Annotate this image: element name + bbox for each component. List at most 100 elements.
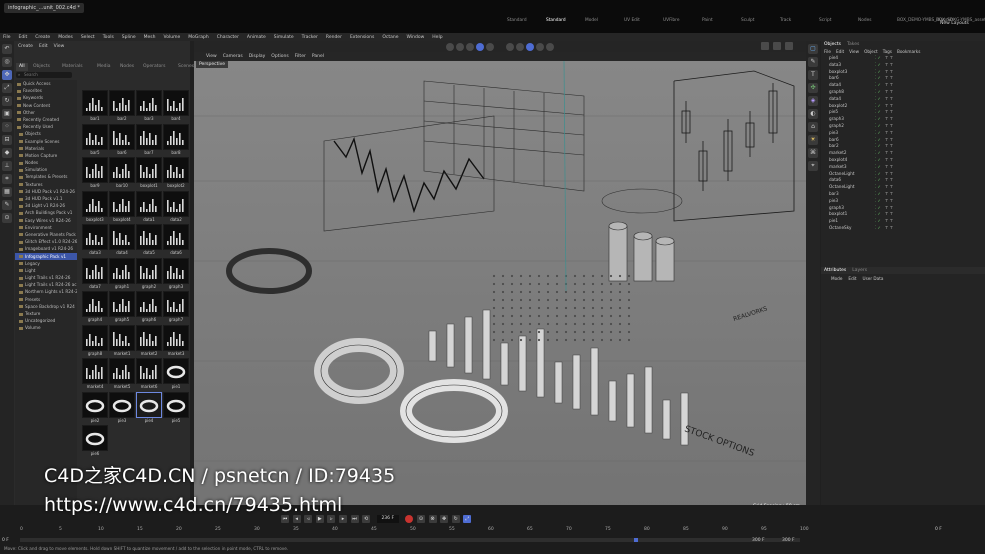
visibility-dots-icon[interactable]: ⁚ ✓ xyxy=(875,225,881,232)
move-icon[interactable]: ✥ xyxy=(2,70,12,80)
object-row[interactable]: pie3 ⁚ ✓ ⊤ ⊤ xyxy=(829,130,985,137)
tree-item[interactable]: Infographic Pack v1 xyxy=(15,252,77,260)
tree-item[interactable]: Other xyxy=(15,109,77,116)
file-tab[interactable]: infographic_...unit_002.c4d * xyxy=(4,3,84,13)
attributes-menu-item[interactable]: Edit xyxy=(848,276,856,281)
tree-item[interactable]: Recently Used xyxy=(15,123,77,130)
tree-item[interactable]: Generative Planets Pack xyxy=(15,231,77,238)
brush-icon[interactable]: ✎ xyxy=(2,200,12,210)
current-frame-field[interactable]: 236 F xyxy=(376,515,399,523)
menu-tools[interactable]: Tools xyxy=(103,35,114,40)
attributes-tab[interactable]: Layers xyxy=(852,268,867,273)
objects-tab-objects[interactable]: Objects xyxy=(824,42,841,47)
asset-tile[interactable]: bar10 xyxy=(109,157,135,189)
viewport-menu-panel[interactable]: Panel xyxy=(312,54,324,59)
menu-animate[interactable]: Animate xyxy=(247,35,266,40)
asset-menu-item[interactable]: Create xyxy=(18,44,33,49)
asset-tab-scenes[interactable]: Scenes xyxy=(178,63,194,71)
object-row[interactable]: data3 ⁚ ✓ ⊤ ⊤ xyxy=(829,62,985,69)
snap-toggle-icon[interactable] xyxy=(506,42,514,51)
viewport-menu-cameras[interactable]: Cameras xyxy=(223,54,243,59)
deformer-icon[interactable]: ◈ xyxy=(808,96,818,106)
octane-icon[interactable] xyxy=(546,42,554,51)
object-row[interactable]: data4 ⁚ ✓ ⊤ ⊤ xyxy=(829,96,985,103)
rotation-key-icon[interactable]: ↻ xyxy=(451,515,460,523)
asset-tile[interactable]: graph1 xyxy=(109,257,135,290)
asset-tile[interactable]: bar1 xyxy=(82,90,108,122)
attributes-menu-item[interactable]: Mode xyxy=(831,276,842,281)
menu-window[interactable]: Window xyxy=(407,35,425,40)
object-row[interactable]: market2 ⁚ ✓ ⊤ ⊤ xyxy=(829,150,985,157)
position-key-icon[interactable]: ✥ xyxy=(440,515,449,523)
asset-tile[interactable]: pie4 xyxy=(136,391,162,424)
object-row[interactable]: OctaneLight ⁚ ✓ ⊤ ⊤ xyxy=(829,171,985,178)
attributes-tab[interactable]: Attributes xyxy=(824,268,846,273)
asset-tile[interactable]: pie1 xyxy=(163,358,189,390)
objects-menu-item[interactable]: View xyxy=(849,49,859,54)
layout-tab[interactable]: Standard xyxy=(546,18,566,23)
asset-tile[interactable]: bar2 xyxy=(109,90,135,122)
tree-item[interactable]: Glitch Effect v1.0 R24-26 xyxy=(15,238,77,245)
visibility-dots-icon[interactable]: ⁚ ✓ xyxy=(875,177,881,184)
tree-item[interactable]: New Content xyxy=(15,102,77,109)
tree-item[interactable]: 3d HUD Pack v1.1 xyxy=(15,195,77,202)
menu-simulate[interactable]: Simulate xyxy=(274,35,294,40)
asset-tile[interactable]: market1 xyxy=(109,324,135,357)
visibility-dots-icon[interactable]: ⁚ ✓ xyxy=(875,109,881,116)
tree-item[interactable]: Favorites xyxy=(15,87,77,94)
visibility-dots-icon[interactable]: ⁚ ✓ xyxy=(875,184,881,191)
visibility-dots-icon[interactable]: ⁚ ✓ xyxy=(875,137,881,144)
objects-menu-item[interactable]: Edit xyxy=(836,49,844,54)
tree-item[interactable]: Texture xyxy=(15,310,77,317)
loop-icon[interactable]: ⟲ xyxy=(362,515,371,523)
visibility-dots-icon[interactable]: ⁚ ✓ xyxy=(875,62,881,69)
visibility-dots-icon[interactable]: ⁚ ✓ xyxy=(875,96,881,103)
asset-tile[interactable]: market5 xyxy=(109,358,135,390)
edge-mode-icon[interactable]: ⊟ xyxy=(2,135,12,145)
visibility-dots-icon[interactable]: ⁚ ✓ xyxy=(875,123,881,130)
object-row[interactable]: boxplot1 ⁚ ✓ ⊤ ⊤ xyxy=(829,211,985,218)
visibility-dots-icon[interactable]: ⁚ ✓ xyxy=(875,171,881,178)
tree-item[interactable]: Easy Wires v1 R24-26 xyxy=(15,217,77,224)
asset-tile[interactable]: bar5 xyxy=(82,123,108,156)
model-mode-icon[interactable]: ▣ xyxy=(2,109,12,119)
asset-tile[interactable]: pie5 xyxy=(163,391,189,424)
layout-tab[interactable]: Nodes xyxy=(858,18,871,23)
prev-key-icon[interactable]: ◂ xyxy=(292,515,301,523)
field-icon[interactable]: ◐ xyxy=(808,109,818,119)
menu-volume[interactable]: Volume xyxy=(164,35,181,40)
asset-tile[interactable]: market2 xyxy=(136,324,162,357)
asset-tile[interactable]: data2 xyxy=(163,190,189,223)
visibility-dots-icon[interactable]: ⁚ ✓ xyxy=(875,205,881,212)
tree-item[interactable]: Light Trails v1 R24-26 xyxy=(15,274,77,281)
asset-tile[interactable]: graph7 xyxy=(163,291,189,323)
asset-menu-item[interactable]: Edit xyxy=(39,44,48,49)
asset-tab-nodes[interactable]: Nodes xyxy=(120,63,134,71)
menu-tracker[interactable]: Tracker xyxy=(302,35,318,40)
tree-item[interactable]: Quick Access xyxy=(15,80,77,87)
object-row[interactable]: data4 ⁚ ✓ ⊤ ⊤ xyxy=(829,82,985,89)
layout-tab[interactable]: Sculpt xyxy=(741,18,754,23)
play-icon[interactable] xyxy=(446,42,454,51)
live-selection-icon[interactable]: ◎ xyxy=(2,57,12,67)
menu-select[interactable]: Select xyxy=(81,35,95,40)
visibility-dots-icon[interactable]: ⁚ ✓ xyxy=(875,69,881,76)
asset-tile[interactable]: boxplot3 xyxy=(82,190,108,223)
tree-item[interactable]: Example Scenes xyxy=(15,138,77,145)
object-row[interactable]: boxplot2 ⁚ ✓ ⊤ ⊤ xyxy=(829,103,985,110)
camera-label[interactable]: Perspective xyxy=(196,61,229,68)
layout-tab[interactable]: Standard xyxy=(507,18,527,23)
scene-icon[interactable]: ⌘ xyxy=(808,148,818,158)
asset-tile[interactable]: boxplot2 xyxy=(163,157,189,189)
tree-item[interactable]: Space Backdrop v1 R24 xyxy=(15,303,77,310)
asset-tile[interactable]: graph6 xyxy=(136,291,162,323)
tree-item[interactable]: Textures xyxy=(15,181,77,188)
tag-icon[interactable]: ⌖ xyxy=(808,161,818,171)
layout-single-icon[interactable] xyxy=(761,42,769,50)
visibility-dots-icon[interactable]: ⁚ ✓ xyxy=(875,198,881,205)
objects-menu-item[interactable]: File xyxy=(824,49,831,54)
viewport-menu-view[interactable]: View xyxy=(206,54,217,59)
tree-item[interactable]: Nodes xyxy=(15,159,77,166)
tree-item[interactable]: Objects xyxy=(15,130,77,137)
scale-key-icon[interactable]: ⤢ xyxy=(463,515,472,523)
